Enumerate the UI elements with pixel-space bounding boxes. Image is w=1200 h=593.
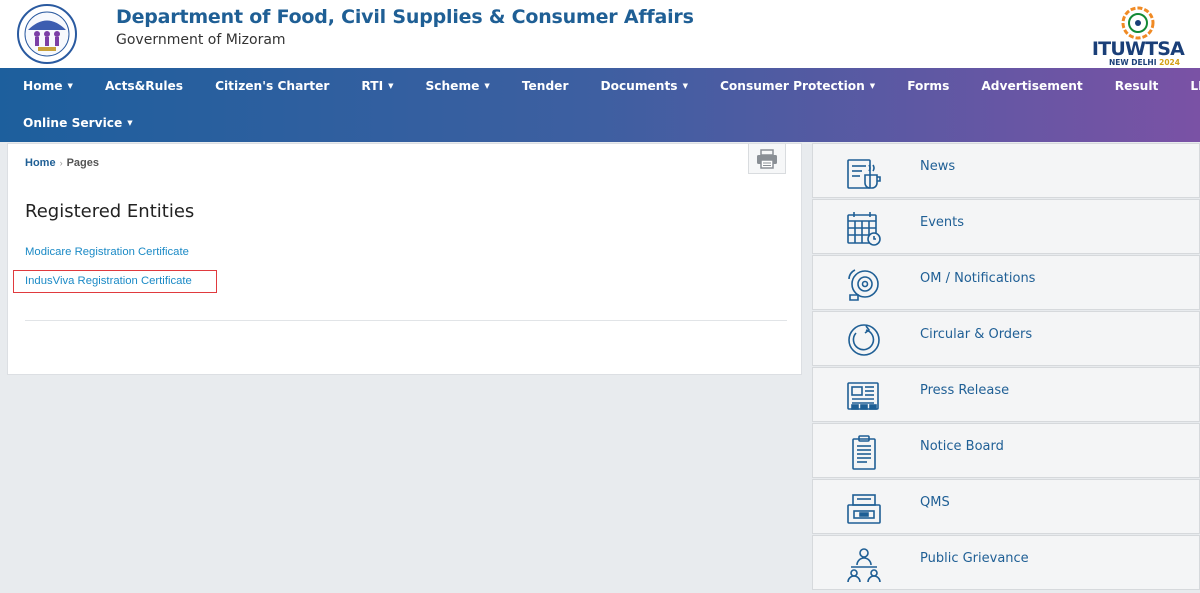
sidebar-item-events[interactable]: Events xyxy=(812,199,1200,254)
itu-wtsa-sub: NEW DELHI 2024 xyxy=(1109,58,1180,67)
chevron-down-icon: ▼ xyxy=(388,82,394,90)
news-icon xyxy=(847,159,881,189)
nav-advertisement[interactable]: Advertisement xyxy=(965,68,1098,105)
sidebar-label: Press Release xyxy=(920,383,1010,398)
sidebar-item-qms[interactable]: QMS xyxy=(812,479,1200,534)
sidebar-label: News xyxy=(920,159,956,174)
sidebar-item-circular-orders[interactable]: Circular & Orders xyxy=(812,311,1200,366)
newspaper-icon xyxy=(847,382,879,410)
divider xyxy=(25,320,787,321)
site-header: Department of Food, Civil Supplies & Con… xyxy=(0,0,1200,68)
sidebar: News Events OM / Notifications Circular … xyxy=(812,143,1200,590)
sidebar-label: Notice Board xyxy=(920,439,1004,454)
itu-wtsa-badge[interactable]: ITUWTSA NEW DELHI 2024 xyxy=(1088,6,1188,67)
nav-acts-rules[interactable]: Acts&Rules xyxy=(89,68,199,105)
printer-tray-icon xyxy=(847,494,881,524)
department-logo[interactable] xyxy=(16,3,78,65)
nav-tender[interactable]: Tender xyxy=(506,68,585,105)
nav-row-2: Online Service ▼ xyxy=(0,105,149,142)
nav-lpg-pol[interactable]: LPG/POL▼ xyxy=(1174,68,1200,105)
nav-row-1: Home ▼ Acts&Rules Citizen's Charter RTI ▼ … xyxy=(0,68,1200,105)
nav-consumer-protection[interactable]: Consumer Protection ▼ xyxy=(704,68,891,105)
printer-icon xyxy=(757,148,777,169)
breadcrumb-current: Pages xyxy=(66,157,99,169)
sidebar-label: QMS xyxy=(920,495,950,510)
link-modicare-certificate[interactable]: Modicare Registration Certificate xyxy=(25,246,189,258)
sidebar-label: Events xyxy=(920,215,965,230)
breadcrumb-home[interactable]: Home xyxy=(25,157,56,169)
nav-online-service[interactable]: Online Service ▼ xyxy=(0,105,149,142)
chevron-down-icon: ▼ xyxy=(682,82,688,90)
calendar-icon xyxy=(847,212,881,246)
content-card: Home › Pages Registered Entities Modicare … xyxy=(7,143,802,375)
sidebar-item-notice-board[interactable]: Notice Board xyxy=(812,423,1200,478)
nav-scheme[interactable]: Scheme ▼ xyxy=(410,68,506,105)
sidebar-label: Circular & Orders xyxy=(920,327,1033,342)
bell-icon xyxy=(848,269,879,301)
chevron-right-icon: › xyxy=(59,158,63,168)
nav-citizens-charter[interactable]: Citizen's Charter xyxy=(199,68,345,105)
nav-result[interactable]: Result xyxy=(1099,68,1175,105)
sidebar-item-press-release[interactable]: Press Release xyxy=(812,367,1200,422)
page-title: Registered Entities xyxy=(25,201,195,222)
breadcrumb: Home › Pages xyxy=(25,157,99,169)
clipboard-icon xyxy=(852,435,876,470)
nav-rti[interactable]: RTI ▼ xyxy=(345,68,409,105)
people-meeting-icon xyxy=(847,548,881,583)
chevron-down-icon: ▼ xyxy=(484,82,490,90)
nav-forms[interactable]: Forms xyxy=(891,68,965,105)
chevron-down-icon: ▼ xyxy=(869,82,876,90)
site-subtitle: Government of Mizoram xyxy=(116,32,286,48)
itu-wtsa-text: ITUWTSA xyxy=(1091,38,1185,60)
sidebar-item-om-notifications[interactable]: OM / Notifications xyxy=(812,255,1200,310)
site-title: Department of Food, Civil Supplies & Con… xyxy=(116,6,694,28)
nav-documents[interactable]: Documents ▼ xyxy=(584,68,704,105)
emblem-icon xyxy=(1121,6,1155,40)
print-button[interactable] xyxy=(748,144,786,174)
sidebar-label: Public Grievance xyxy=(920,551,1029,566)
main-nav: Home ▼ Acts&Rules Citizen's Charter RTI ▼ … xyxy=(0,68,1200,142)
link-indusviva-certificate[interactable]: IndusViva Registration Certificate xyxy=(25,275,192,287)
sidebar-item-news[interactable]: News xyxy=(812,143,1200,198)
sidebar-item-public-grievance[interactable]: Public Grievance xyxy=(812,535,1200,590)
circular-icon xyxy=(848,324,880,356)
nav-home[interactable]: Home ▼ xyxy=(0,68,89,105)
sidebar-label: OM / Notifications xyxy=(920,271,1036,286)
chevron-down-icon: ▼ xyxy=(127,119,133,127)
chevron-down-icon: ▼ xyxy=(67,82,73,90)
